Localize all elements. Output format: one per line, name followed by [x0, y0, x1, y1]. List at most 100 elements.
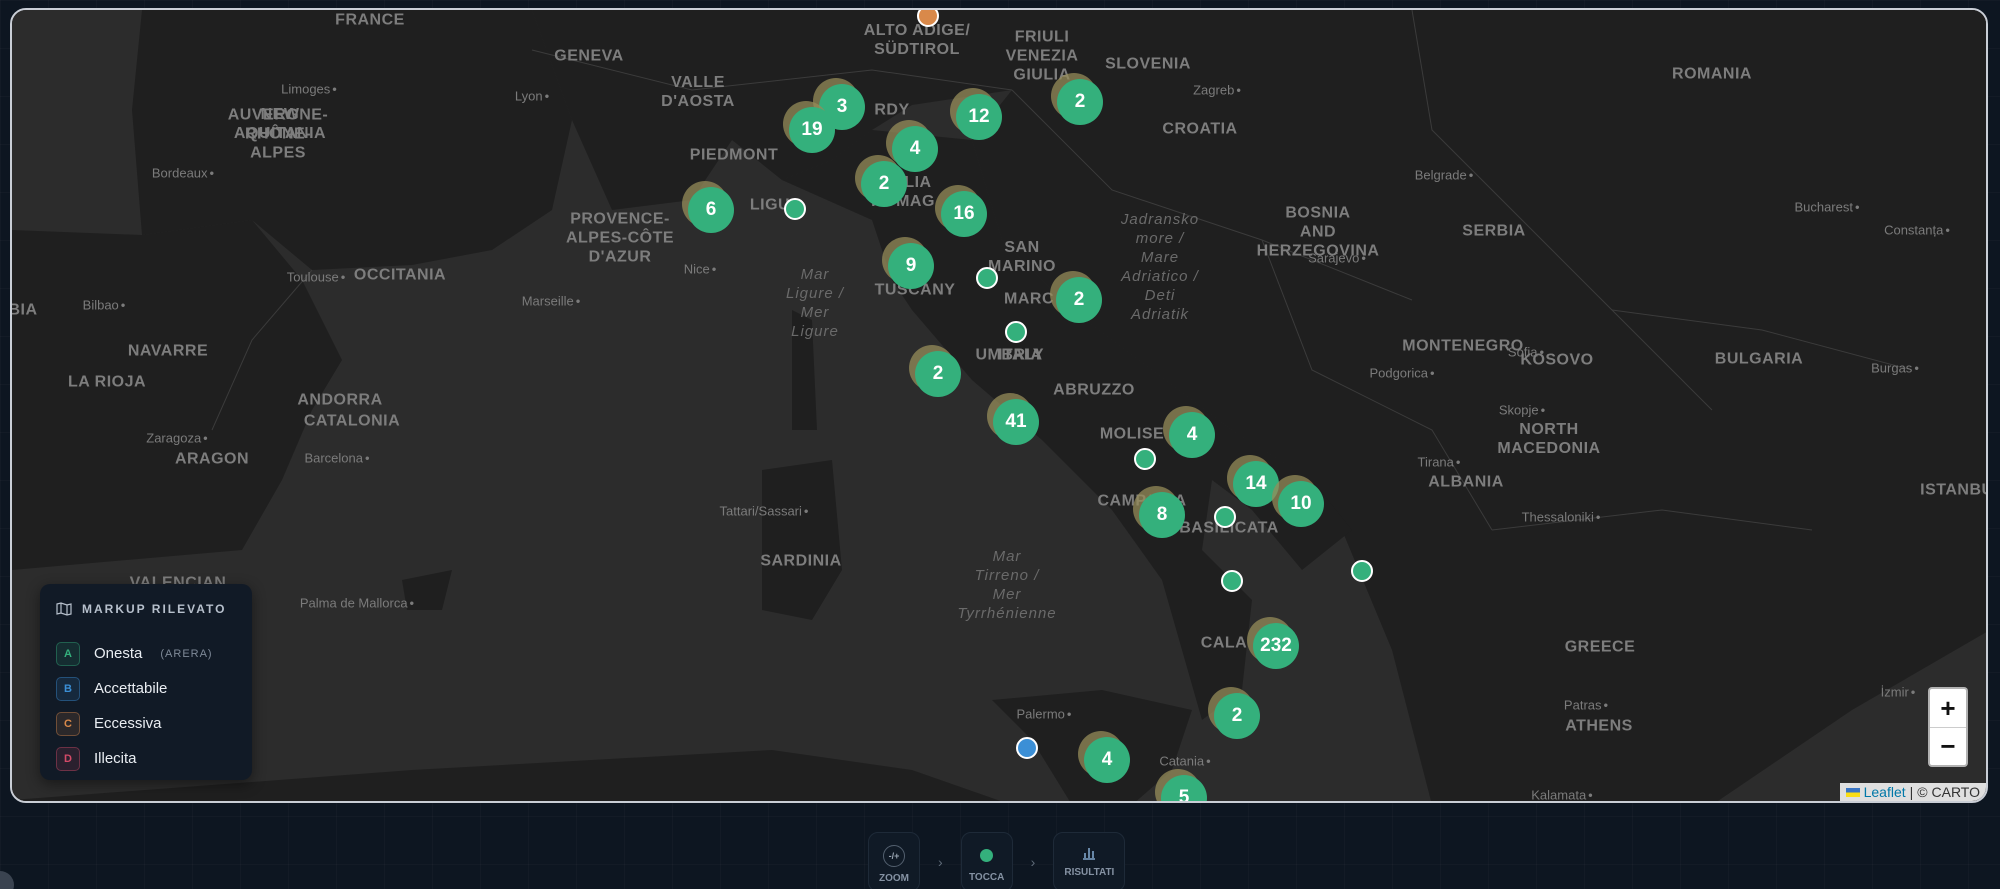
legend-list: A Onesta (ARERA) B Accettabile C Eccessiva D Ill…	[56, 636, 236, 776]
city-label: Toulouse	[287, 270, 346, 285]
legend-item: A Onesta (ARERA)	[56, 636, 236, 671]
cluster-marker[interactable]: 4	[1169, 412, 1215, 458]
zoom-out-button[interactable]: −	[1930, 727, 1966, 765]
location-marker[interactable]	[1351, 560, 1373, 582]
sea-label: Mar Ligure / Mer Ligure	[785, 266, 845, 340]
sea-label: Mar Tirreno / Mer Tyrrhénienne	[957, 548, 1057, 622]
region-label: GREECE	[1564, 638, 1636, 656]
region-label: ABRUZZO	[1053, 381, 1135, 399]
cluster-marker[interactable]: 2	[1056, 277, 1102, 323]
location-marker[interactable]	[1016, 737, 1038, 759]
location-marker[interactable]	[1005, 321, 1027, 343]
region-label: BULGARIA	[1714, 350, 1804, 368]
city-label: Kalamata	[1531, 788, 1592, 802]
legend-item: D Illecita	[56, 741, 236, 776]
region-label: RBIA	[12, 301, 38, 319]
cluster-marker[interactable]: 2	[861, 161, 907, 207]
city-label: Zaragoza	[146, 431, 207, 446]
cluster-marker[interactable]: 4	[892, 126, 938, 172]
region-label: CALA	[1200, 634, 1248, 652]
city-label: Sarajevo	[1308, 251, 1366, 266]
cluster-marker[interactable]: 16	[941, 191, 987, 237]
legend-label: Accettabile	[94, 680, 168, 697]
region-label: NAVARRE	[127, 342, 209, 360]
location-marker[interactable]	[1134, 448, 1156, 470]
legend-label: Illecita	[94, 750, 137, 767]
cluster-marker[interactable]: 9	[888, 243, 934, 289]
map-attribution: Leaflet | © CARTO	[1839, 783, 1986, 801]
step-tocca[interactable]: TOCCA	[960, 832, 1013, 889]
location-marker[interactable]	[784, 198, 806, 220]
region-label: ITALY	[997, 346, 1045, 364]
city-label: Limoges	[281, 82, 337, 97]
step-zoom-label: ZOOM	[879, 873, 909, 884]
attribution-separator: |	[1909, 784, 1914, 800]
cluster-marker[interactable]: 6	[688, 187, 734, 233]
city-label: Bucharest	[1794, 200, 1859, 215]
city-label: Belgrade	[1415, 168, 1474, 183]
location-marker[interactable]	[976, 267, 998, 289]
region-label: SAN MARINO	[988, 239, 1056, 275]
cluster-marker[interactable]: 12	[956, 94, 1002, 140]
cluster-marker[interactable]: 8	[1139, 492, 1185, 538]
step-zoom[interactable]: -/+ ZOOM	[868, 832, 920, 889]
region-label: PROVENCE- ALPES-CÔTE D'AZUR	[565, 210, 675, 266]
region-label: OCCITANIA	[353, 266, 447, 284]
location-marker[interactable]	[1221, 570, 1243, 592]
region-label: SLOVENIA	[1105, 55, 1191, 73]
region-label: ROMANIA	[1672, 65, 1752, 83]
region-label: ANDORRA	[297, 391, 383, 409]
city-label: Marseille	[522, 294, 581, 309]
legend-grade-badge: A	[56, 641, 80, 666]
city-label: Barcelona	[304, 451, 369, 466]
region-label: FRANCE	[335, 11, 405, 29]
chevron-right-icon: ›	[938, 854, 943, 870]
region-label: MOLISE	[1099, 425, 1165, 443]
location-marker[interactable]	[1214, 506, 1236, 528]
ukraine-flag-icon	[1845, 787, 1860, 797]
cluster-marker[interactable]: 2	[915, 351, 961, 397]
city-label: Zagreb	[1193, 83, 1241, 98]
cluster-marker[interactable]: 10	[1278, 481, 1324, 527]
city-label: Palermo	[1017, 707, 1072, 722]
cluster-marker[interactable]: 2	[1214, 693, 1260, 739]
zoom-in-button[interactable]: +	[1930, 689, 1966, 727]
region-label: CATALONIA	[303, 412, 401, 430]
step-risultati[interactable]: RISULTATI	[1053, 832, 1126, 889]
region-label: MONTENEGRO	[1402, 337, 1524, 355]
region-label: SERBIA	[1462, 222, 1526, 240]
legend-grade-badge: B	[56, 676, 80, 701]
region-label: ALTO ADIGE/ SÜDTIROL	[863, 22, 971, 58]
cluster-marker[interactable]: 232	[1253, 623, 1299, 669]
cluster-marker[interactable]: 2	[1057, 79, 1103, 125]
region-label: ATHENS	[1565, 717, 1633, 735]
leaflet-link[interactable]: Leaflet	[1864, 784, 1906, 800]
zoom-pinch-icon: -/+	[883, 845, 905, 867]
city-label: Burgas	[1871, 361, 1919, 376]
bar-chart-icon	[1083, 848, 1096, 860]
legend-panel: MARKUP RILEVATO A Onesta (ARERA) B Accettabi…	[40, 584, 252, 780]
region-label: MARC	[1004, 290, 1054, 308]
cluster-marker[interactable]: 41	[993, 399, 1039, 445]
region-label: AUVERGNE- RHÔNE- ALPES	[227, 106, 329, 162]
region-label: ALBANIA	[1428, 473, 1504, 491]
city-label: Palma de Mallorca	[300, 596, 414, 611]
map-view[interactable]: FRANCE ALTO ADIGE/ SÜDTIROL GENEVA VALLE D'…	[10, 8, 1988, 803]
city-label: Nice	[684, 262, 717, 277]
city-label: Lyon	[515, 89, 549, 104]
region-label: NORTH MACEDONIA	[1497, 421, 1601, 457]
legend-note: (ARERA)	[160, 647, 213, 660]
cluster-marker[interactable]: 19	[789, 107, 835, 153]
city-label: Thessaloniki	[1522, 510, 1601, 525]
region-label: VALLE D'AOSTA	[661, 74, 735, 110]
city-label: Bordeaux	[152, 166, 214, 181]
tap-dot-icon	[980, 849, 994, 862]
carto-credit: © CARTO	[1917, 784, 1980, 800]
region-label: RDY	[874, 101, 910, 119]
region-label: LA RIOJA	[67, 373, 147, 391]
region-label: ARAGON	[174, 450, 250, 468]
cluster-marker[interactable]: 4	[1084, 737, 1130, 783]
cluster-marker[interactable]: 14	[1233, 461, 1279, 507]
step-tocca-label: TOCCA	[968, 872, 1005, 883]
legend-grade-badge: C	[56, 711, 80, 736]
